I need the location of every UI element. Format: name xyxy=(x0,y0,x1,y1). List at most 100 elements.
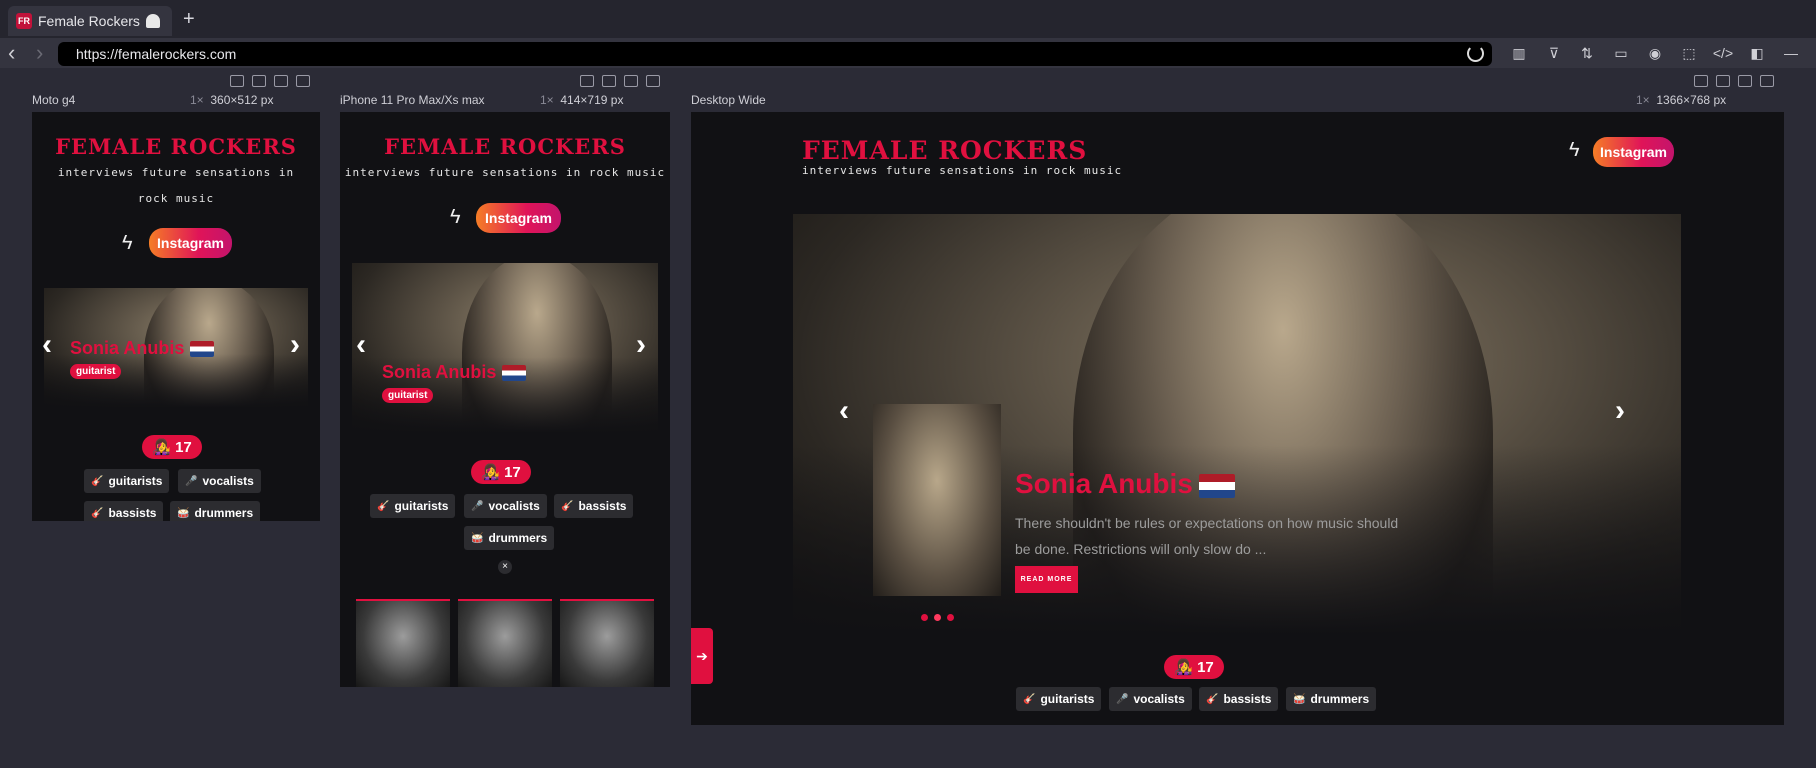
image-icon[interactable] xyxy=(624,75,638,87)
read-more-button[interactable]: READ MORE xyxy=(1015,566,1078,593)
layers-icon[interactable] xyxy=(296,75,310,87)
url-field[interactable]: https://femalerockers.com xyxy=(58,42,1492,66)
new-tab-button[interactable]: + xyxy=(183,8,195,31)
category-vocalists[interactable]: 🎤 vocalists xyxy=(1109,687,1192,711)
address-bar: ‹ › https://femalerockers.com ▥ ⊽ ⇅ ▭ ◉ … xyxy=(0,38,1816,68)
more-icon[interactable]: — xyxy=(1781,43,1801,63)
resize-icon[interactable] xyxy=(230,75,244,87)
site-logo[interactable]: FEMALE ROCKERS xyxy=(802,136,1087,165)
instagram-button[interactable]: Instagram xyxy=(1593,137,1674,167)
guitar-icon: 🎸 xyxy=(1206,693,1219,705)
back-button[interactable]: ‹ xyxy=(8,40,15,66)
featured-name[interactable]: Sonia Anubis xyxy=(70,338,215,359)
site-tagline: interviews future sensations in rock mus… xyxy=(57,166,295,205)
featured-name[interactable]: Sonia Anubis xyxy=(382,362,527,383)
category-guitarists[interactable]: 🎸 guitarists xyxy=(84,469,170,493)
microphone-icon: 🎤 xyxy=(185,475,198,487)
slider-next-button[interactable]: › xyxy=(636,328,646,362)
device-screen-iphone: FEMALE ROCKERS interviews future sensati… xyxy=(340,112,670,687)
close-button[interactable]: × xyxy=(498,560,512,574)
drum-icon: 🥁 xyxy=(1293,693,1306,705)
layers-icon[interactable] xyxy=(646,75,660,87)
resize-icon[interactable] xyxy=(580,75,594,87)
instagram-button[interactable]: Instagram xyxy=(476,203,561,233)
role-badge[interactable]: guitarist xyxy=(382,388,434,403)
thumbnail-2[interactable] xyxy=(458,599,552,687)
drum-icon: 🥁 xyxy=(177,507,190,519)
netherlands-flag-icon xyxy=(502,365,527,382)
bolt-icon[interactable]: ϟ xyxy=(1569,139,1580,162)
device-toolbar xyxy=(1694,75,1774,87)
slider-next-button[interactable]: › xyxy=(290,328,300,362)
slider-prev-button[interactable]: ‹ xyxy=(839,394,849,428)
featured-portrait[interactable] xyxy=(873,404,1001,596)
bolt-icon[interactable]: ϟ xyxy=(450,206,461,229)
tab-female-rockers[interactable]: FR Female Rockers xyxy=(8,6,172,36)
image-icon[interactable] xyxy=(1738,75,1752,87)
device-toolbar xyxy=(580,75,660,87)
thumbnail-1[interactable] xyxy=(356,599,450,687)
device-name-moto: Moto g4 xyxy=(32,93,76,107)
category-drummers[interactable]: 🥁 drummers xyxy=(1286,687,1377,711)
device-toolbar xyxy=(230,75,310,87)
category-drummers[interactable]: 🥁 drummers xyxy=(464,526,555,550)
layers-icon[interactable] xyxy=(1760,75,1774,87)
microphone-icon: 🎤 xyxy=(471,500,484,512)
category-bassists[interactable]: 🎸 bassists xyxy=(554,494,634,518)
forward-button[interactable]: › xyxy=(36,40,43,66)
slider-prev-button[interactable]: ‹ xyxy=(356,328,366,362)
rocker-count: 👩‍🎤 17 xyxy=(142,435,202,459)
category-vocalists[interactable]: 🎤 vocalists xyxy=(178,469,261,493)
rocker-count: 👩‍🎤 17 xyxy=(471,460,531,484)
devices-icon[interactable]: ▭ xyxy=(1611,43,1631,63)
resize-icon[interactable] xyxy=(1694,75,1708,87)
image-icon[interactable] xyxy=(274,75,288,87)
instagram-button[interactable]: Instagram xyxy=(149,228,232,258)
reload-icon[interactable] xyxy=(1467,45,1484,62)
slider-prev-button[interactable]: ‹ xyxy=(42,328,52,362)
role-badge[interactable]: guitarist xyxy=(70,364,122,379)
site-logo[interactable]: FEMALE ROCKERS xyxy=(340,134,670,159)
device-name-desktop: Desktop Wide xyxy=(691,93,766,107)
category-bassists[interactable]: 🎸 bassists xyxy=(1199,687,1279,711)
layout-icon[interactable]: ▥ xyxy=(1509,43,1529,63)
microphone-icon: 🎤 xyxy=(1116,693,1129,705)
site-tagline: interviews future sensations in rock mus… xyxy=(802,164,1123,177)
featured-name[interactable]: Sonia Anubis xyxy=(1015,468,1235,500)
sidebar-icon[interactable]: ◧ xyxy=(1747,43,1767,63)
screenshot-icon[interactable] xyxy=(252,75,266,87)
code-icon[interactable]: </> xyxy=(1713,43,1733,63)
guitar-icon: 🎸 xyxy=(91,507,104,519)
ghost-icon xyxy=(145,14,160,28)
slider-dot-1[interactable] xyxy=(921,614,928,621)
site-logo[interactable]: FEMALE ROCKERS xyxy=(32,134,320,159)
bolt-icon[interactable]: ϟ xyxy=(122,232,133,255)
device-meta-desktop: 1× 1366×768 px xyxy=(1636,93,1727,107)
url-text: https://femalerockers.com xyxy=(76,46,237,62)
device-screen-moto: FEMALE ROCKERS interviews future sensati… xyxy=(32,112,320,521)
inspect-icon[interactable]: ⬚ xyxy=(1679,43,1699,63)
category-drummers[interactable]: 🥁 drummers xyxy=(170,501,261,521)
category-guitarists[interactable]: 🎸 guitarists xyxy=(1016,687,1102,711)
guitar-icon: 🎸 xyxy=(1023,693,1036,705)
guitar-icon: 🎸 xyxy=(561,500,574,512)
camera-icon[interactable]: ◉ xyxy=(1645,43,1665,63)
sort-icon[interactable]: ⇅ xyxy=(1577,43,1597,63)
filter-icon[interactable]: ⊽ xyxy=(1544,43,1564,63)
slider-next-button[interactable]: › xyxy=(1615,394,1625,428)
category-vocalists[interactable]: 🎤 vocalists xyxy=(464,494,547,518)
share-arrow-icon[interactable]: ➔ xyxy=(691,628,713,684)
screenshot-icon[interactable] xyxy=(602,75,616,87)
tab-bar: FR Female Rockers + xyxy=(0,0,1816,38)
category-guitarists[interactable]: 🎸 guitarists xyxy=(370,494,456,518)
tab-title: Female Rockers xyxy=(38,13,140,29)
slider-dot-3[interactable] xyxy=(947,614,954,621)
screenshot-icon[interactable] xyxy=(1716,75,1730,87)
category-bassists[interactable]: 🎸 bassists xyxy=(84,501,164,521)
device-meta-iphone: 1× 414×719 px xyxy=(540,93,624,107)
device-meta-moto: 1× 360×512 px xyxy=(190,93,274,107)
hero-slider xyxy=(352,263,658,433)
slider-dot-2[interactable] xyxy=(934,614,941,621)
rocker-icon: 👩‍🎤 xyxy=(481,464,505,481)
thumbnail-3[interactable] xyxy=(560,599,654,687)
